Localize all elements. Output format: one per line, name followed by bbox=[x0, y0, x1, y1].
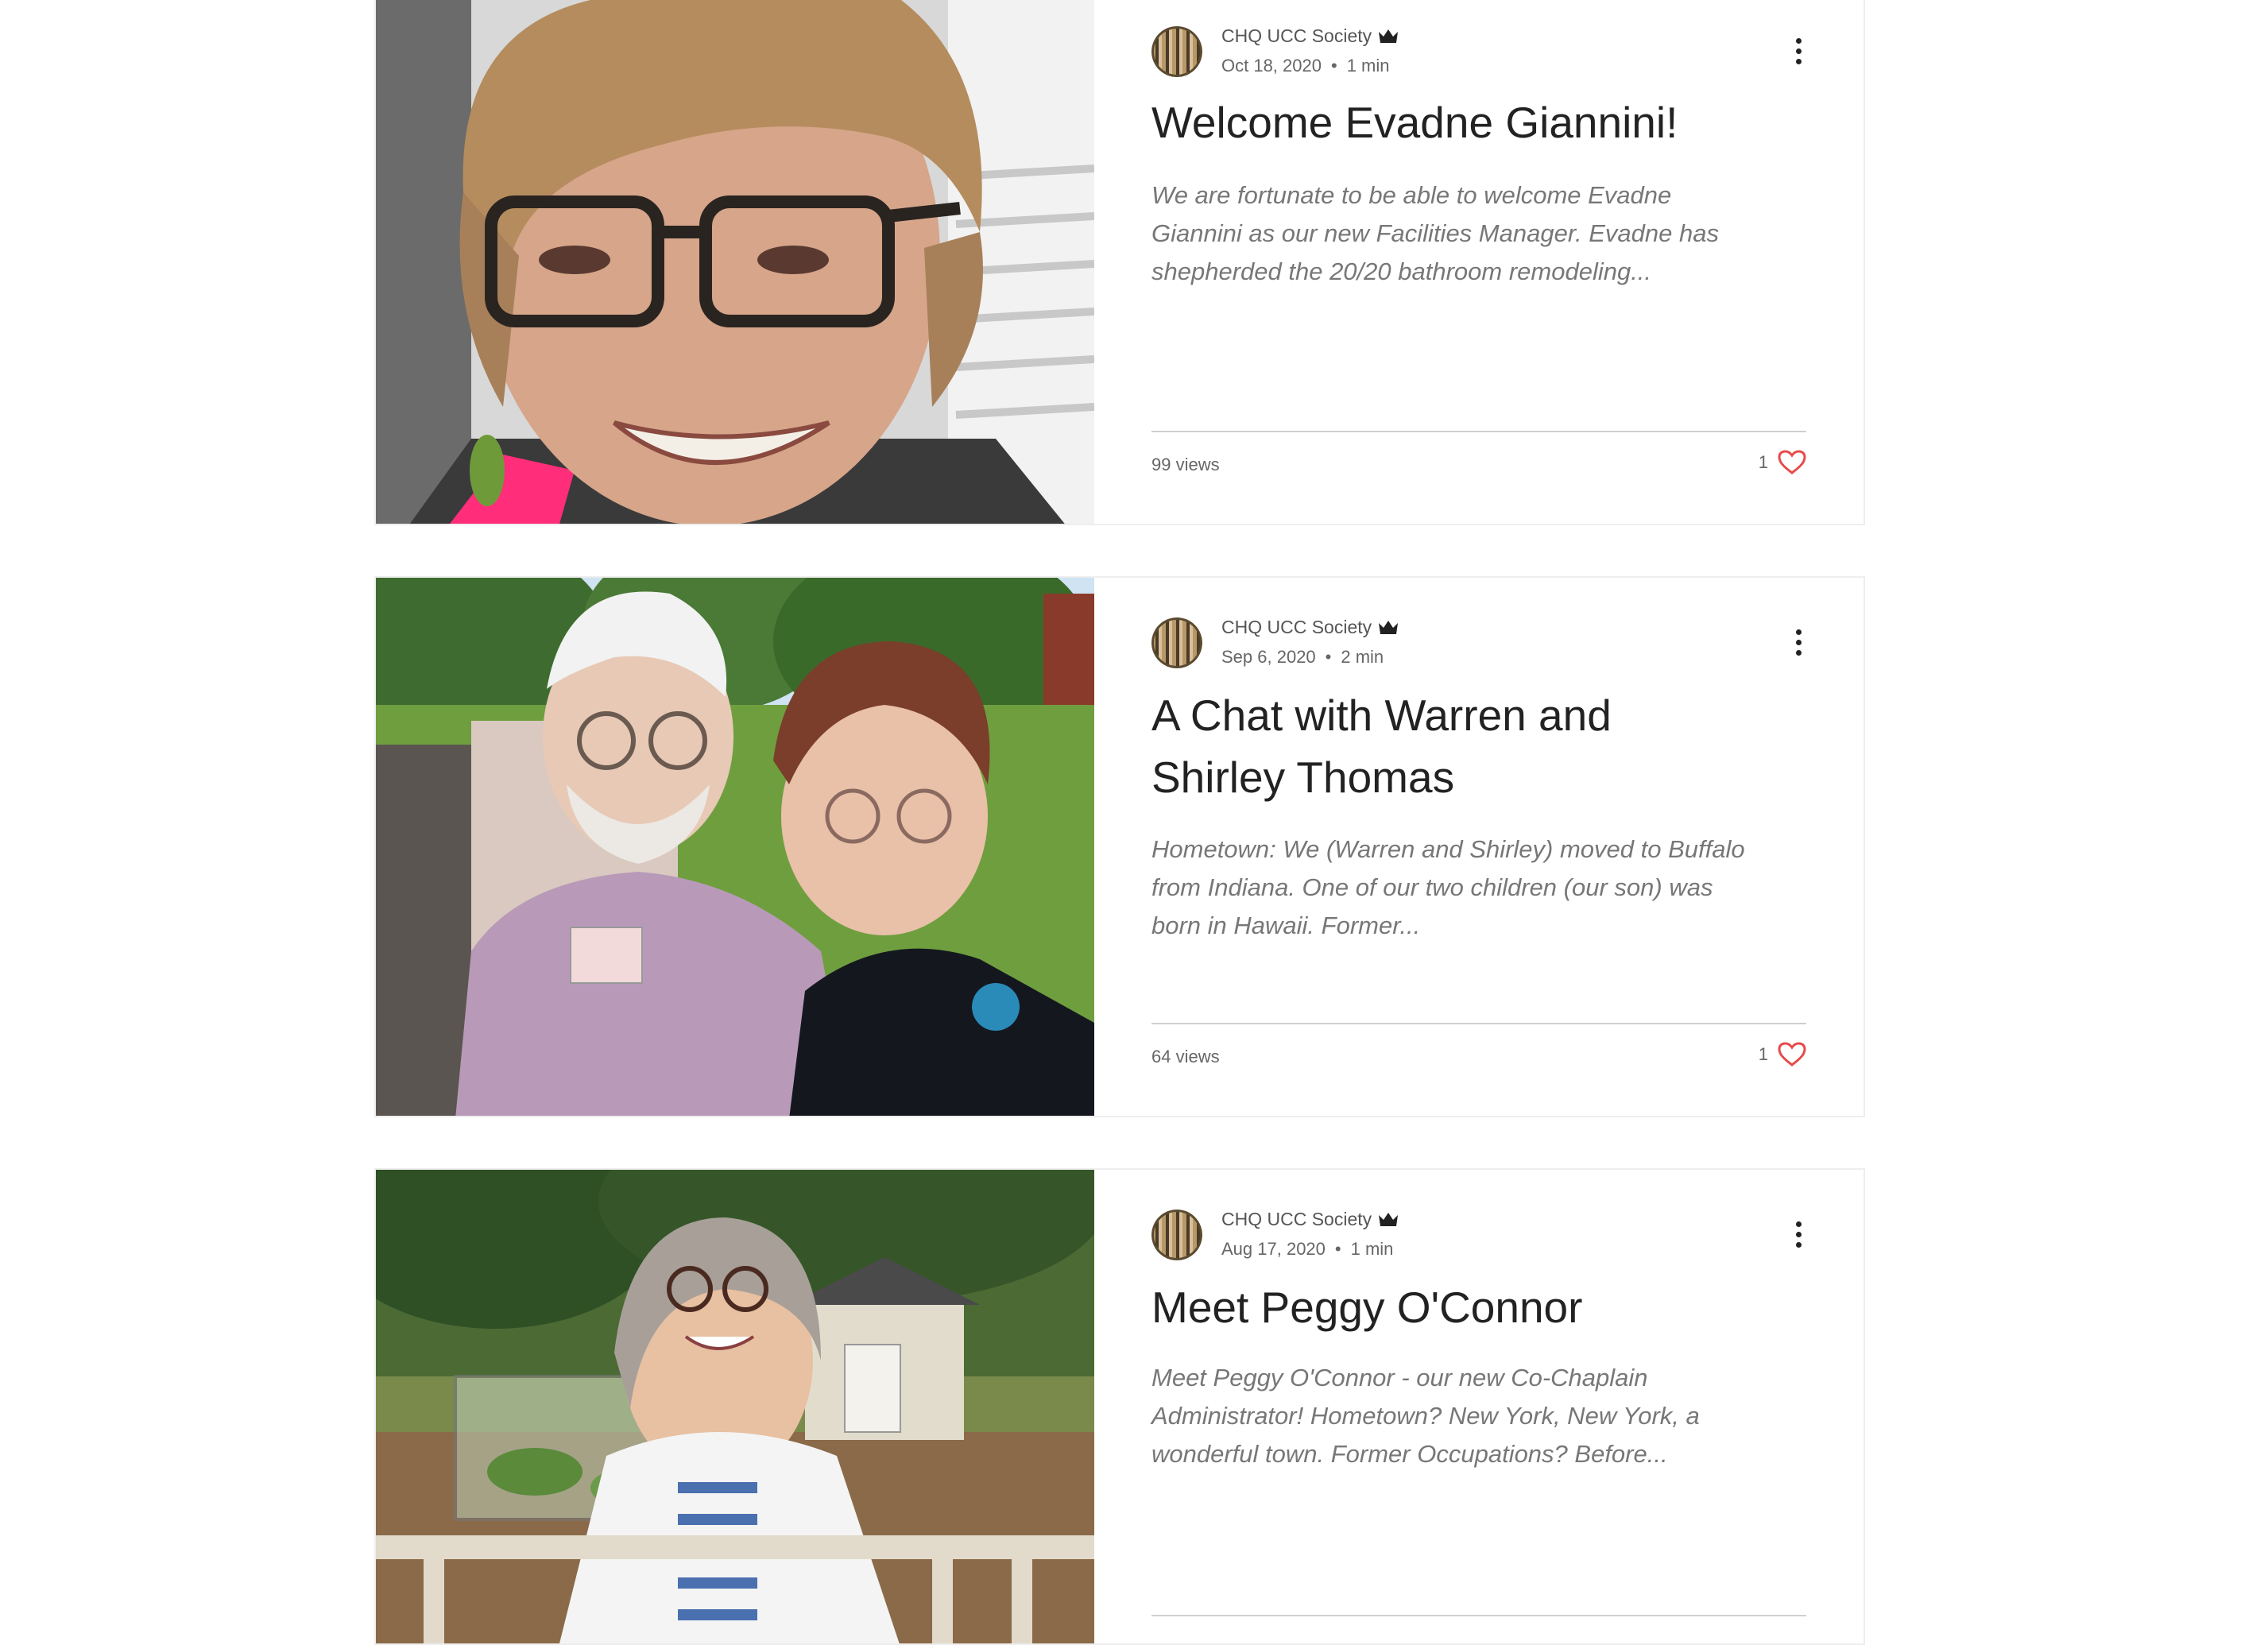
divider bbox=[1151, 1023, 1806, 1024]
post-card[interactable]: CHQ UCC Society Sep 6, 2020 • 2 min A Chat… bbox=[374, 576, 1865, 1117]
author-name[interactable]: CHQ UCC Society bbox=[1221, 25, 1399, 47]
post-meta: Sep 6, 2020 • 2 min bbox=[1221, 647, 1384, 667]
like-count: 1 bbox=[1758, 452, 1768, 472]
post-card[interactable]: CHQ UCC Society Oct 18, 2020 • 1 min Welco… bbox=[374, 0, 1865, 525]
divider bbox=[1151, 1615, 1806, 1616]
more-actions-icon[interactable] bbox=[1789, 35, 1808, 67]
post-cover-image[interactable] bbox=[376, 0, 1094, 524]
like-count: 1 bbox=[1758, 1044, 1768, 1064]
like-control[interactable]: 1 bbox=[1759, 450, 1806, 475]
author-name-label: CHQ UCC Society bbox=[1221, 1209, 1372, 1229]
author-name-label: CHQ UCC Society bbox=[1221, 25, 1372, 46]
post-title[interactable]: A Chat with Warren and Shirley Thomas bbox=[1151, 684, 1744, 808]
author-avatar[interactable] bbox=[1151, 26, 1202, 77]
post-date: Sep 6, 2020 bbox=[1221, 647, 1316, 667]
post-cover-image[interactable] bbox=[376, 1170, 1094, 1643]
read-time: 1 min bbox=[1346, 56, 1390, 75]
admin-crown-icon bbox=[1379, 29, 1399, 43]
post-meta: Aug 17, 2020 • 1 min bbox=[1221, 1239, 1394, 1259]
post-title[interactable]: Meet Peggy O'Connor bbox=[1151, 1276, 1744, 1338]
heart-icon[interactable] bbox=[1778, 450, 1806, 475]
post-date: Oct 18, 2020 bbox=[1221, 56, 1322, 75]
read-time: 2 min bbox=[1341, 647, 1384, 667]
post-excerpt[interactable]: Hometown: We (Warren and Shirley) moved … bbox=[1151, 830, 1768, 945]
author-name[interactable]: CHQ UCC Society bbox=[1221, 617, 1399, 638]
heart-icon[interactable] bbox=[1778, 1042, 1806, 1067]
portrait-photo bbox=[376, 0, 1094, 524]
post-card[interactable]: CHQ UCC Society Aug 17, 2020 • 1 min Meet … bbox=[374, 1168, 1865, 1645]
couple-photo bbox=[376, 578, 1094, 1116]
post-title[interactable]: Welcome Evadne Giannini! bbox=[1151, 91, 1744, 153]
admin-crown-icon bbox=[1379, 1212, 1399, 1226]
divider bbox=[1151, 431, 1806, 432]
post-excerpt[interactable]: Meet Peggy O'Connor - our new Co-Chaplai… bbox=[1151, 1359, 1768, 1473]
read-time: 1 min bbox=[1350, 1239, 1394, 1259]
garden-portrait-photo bbox=[376, 1170, 1094, 1643]
post-date: Aug 17, 2020 bbox=[1221, 1239, 1326, 1259]
like-control[interactable]: 1 bbox=[1759, 1042, 1806, 1067]
author-name[interactable]: CHQ UCC Society bbox=[1221, 1209, 1399, 1230]
more-actions-icon[interactable] bbox=[1789, 1218, 1808, 1250]
post-meta: Oct 18, 2020 • 1 min bbox=[1221, 56, 1390, 75]
view-count: 99 views bbox=[1151, 455, 1220, 474]
post-cover-image[interactable] bbox=[376, 578, 1094, 1116]
post-excerpt[interactable]: We are fortunate to be able to welcome E… bbox=[1151, 176, 1768, 291]
author-name-label: CHQ UCC Society bbox=[1221, 617, 1372, 637]
author-avatar[interactable] bbox=[1151, 1210, 1202, 1260]
author-avatar[interactable] bbox=[1151, 617, 1202, 668]
view-count: 64 views bbox=[1151, 1047, 1220, 1066]
more-actions-icon[interactable] bbox=[1789, 626, 1808, 658]
admin-crown-icon bbox=[1379, 620, 1399, 634]
